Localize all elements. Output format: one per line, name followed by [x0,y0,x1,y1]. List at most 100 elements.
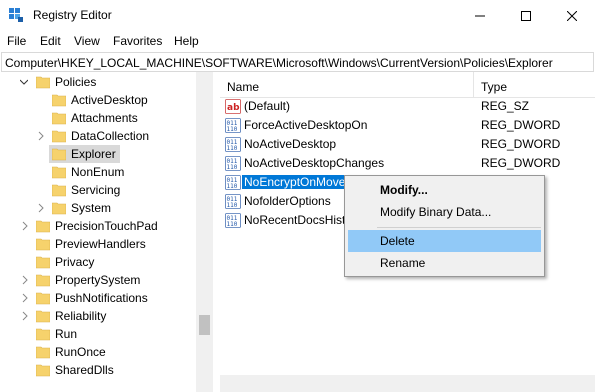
title-bar: Registry Editor [0,0,595,31]
svg-text:110: 110 [227,126,238,133]
tree-item-label: RunOnce [55,345,106,359]
tree-item[interactable]: PreviewHandlers [0,235,196,253]
tree-item[interactable]: PropertySystem [0,271,196,289]
context-menu-modify-binary[interactable]: Modify Binary Data... [348,201,541,223]
minimize-icon [475,15,485,16]
tree-item-label: NonEnum [71,165,125,179]
tree-item[interactable]: Privacy [0,253,196,271]
context-menu: Modify... Modify Binary Data... Delete R… [344,175,545,277]
svg-text:110: 110 [227,183,238,190]
menu-file[interactable]: File [7,34,26,48]
folder-icon [36,238,50,251]
tree-item-label: PrecisionTouchPad [55,219,158,233]
tree-item[interactable]: RunOnce [0,343,196,361]
tree-item[interactable]: System [0,199,196,217]
address-bar[interactable]: Computer\HKEY_LOCAL_MACHINE\SOFTWARE\Mic… [1,52,594,72]
menu-view[interactable]: View [74,34,100,48]
close-button[interactable] [549,0,595,31]
tree-item-label: Servicing [71,183,121,197]
folder-icon [36,220,50,233]
registry-editor-icon [9,8,23,22]
tree-scrollbar[interactable] [196,72,213,392]
key-tree[interactable]: Policies ActiveDesktop Attachments DataC… [0,72,214,392]
folder-icon [36,256,50,269]
tree-item[interactable]: ActiveDesktop [0,91,196,109]
binary-value-icon: 011 110 [225,175,241,190]
tree-item-label: Policies [55,75,97,89]
folder-icon [52,130,66,143]
context-menu-rename[interactable]: Rename [348,252,541,274]
svg-text:ab: ab [227,103,240,113]
context-menu-delete[interactable]: Delete [348,230,541,252]
svg-text:110: 110 [227,145,238,152]
value-type: REG_SZ [481,99,530,113]
tree-item-label: Privacy [55,255,95,269]
tree-item[interactable]: Servicing [0,181,196,199]
address-path[interactable]: Computer\HKEY_LOCAL_MACHINE\SOFTWARE\Mic… [5,56,553,70]
value-name: NoActiveDesktop [244,137,337,151]
context-menu-item-label: Rename [380,256,426,270]
folder-icon [52,148,66,161]
value-name: NofolderOptions [244,194,331,208]
tree-item-label: Reliability [55,309,107,323]
collapsed-chevron-icon[interactable] [37,203,45,213]
tree-item-label: System [71,201,112,215]
value-name: NoRecentDocsHisto [244,213,353,227]
column-header-name[interactable]: Name [227,80,259,94]
tree-item-label: Explorer [71,147,116,161]
tree-item[interactable]: Attachments [0,109,196,127]
folder-icon [36,274,50,287]
collapsed-chevron-icon[interactable] [21,293,29,303]
tree-item-selected[interactable]: Explorer [0,145,196,163]
tree-item-label: PreviewHandlers [55,237,146,251]
context-menu-item-label: Delete [380,234,415,248]
menu-edit[interactable]: Edit [40,34,61,48]
folder-icon [36,346,50,359]
value-name: NoActiveDesktopChanges [244,156,385,170]
column-header-type[interactable]: Type [481,80,507,94]
string-value-icon: ab [225,99,241,114]
value-row[interactable]: ab (Default) REG_SZ [220,97,595,116]
tree-item[interactable]: Policies [0,73,196,91]
values-horizontal-scrollbar[interactable] [220,375,595,392]
tree-item-label: Run [55,327,78,341]
value-row[interactable]: 011 110 ForceActiveDesktopOn REG_DWORD [220,116,595,135]
context-menu-separator [377,227,541,228]
tree-scrollbar-thumb[interactable] [199,315,210,335]
tree-item[interactable]: PrecisionTouchPad [0,217,196,235]
tree-item-label: DataCollection [71,129,150,143]
collapsed-chevron-icon[interactable] [37,131,45,141]
tree-item-label: PushNotifications [55,291,148,305]
svg-text:110: 110 [227,221,238,228]
collapsed-chevron-icon[interactable] [21,311,29,321]
expanded-chevron-icon[interactable] [20,77,28,87]
tree-item[interactable]: DataCollection [0,127,196,145]
maximize-button[interactable] [503,0,549,31]
folder-icon [52,94,66,107]
value-row[interactable]: 011 110 NoActiveDesktop REG_DWORD [220,135,595,154]
menu-favorites[interactable]: Favorites [113,34,162,48]
tree-item[interactable]: NonEnum [0,163,196,181]
folder-icon [52,166,66,179]
value-row[interactable]: 011 110 NoActiveDesktopChanges REG_DWORD [220,154,595,173]
tree-item[interactable]: SharedDlls [0,361,196,379]
value-type: REG_DWORD [481,156,561,170]
menu-help[interactable]: Help [174,34,199,48]
list-header: Name Type [220,72,595,98]
minimize-button[interactable] [457,0,503,31]
context-menu-modify[interactable]: Modify... [348,179,541,201]
value-name: (Default) [244,99,291,113]
folder-icon [52,184,66,197]
folder-icon [52,202,66,215]
value-type: REG_DWORD [481,137,561,151]
binary-value-icon: 011 110 [225,137,241,152]
collapsed-chevron-icon[interactable] [21,275,29,285]
tree-item[interactable]: Run [0,325,196,343]
collapsed-chevron-icon[interactable] [21,221,29,231]
tree-item[interactable]: Reliability [0,307,196,325]
binary-value-icon: 011 110 [225,156,241,171]
value-name: ForceActiveDesktopOn [244,118,368,132]
binary-value-icon: 011 110 [225,194,241,209]
column-divider[interactable] [473,72,474,98]
tree-item[interactable]: PushNotifications [0,289,196,307]
